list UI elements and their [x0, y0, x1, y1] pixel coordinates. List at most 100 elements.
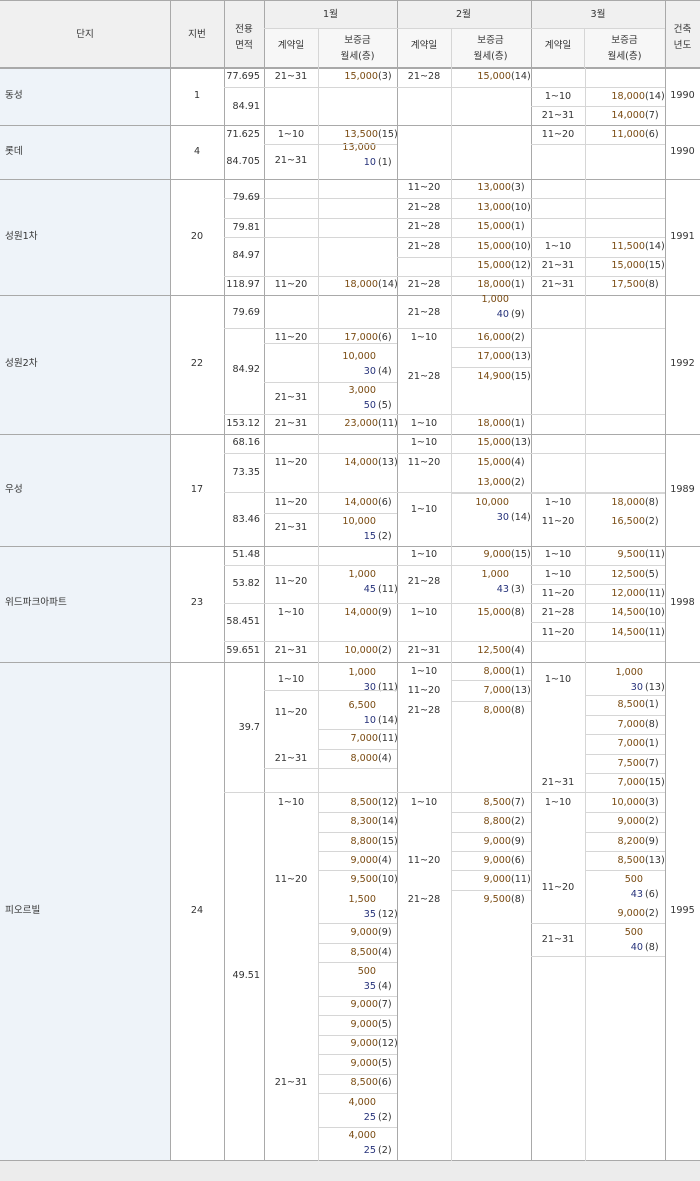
contract-date: 1~10 [544, 241, 572, 252]
contract-date: 21~28 [407, 221, 441, 232]
deposit-price: 9,000 [617, 816, 645, 827]
deposit-price: 11,000 [611, 129, 645, 140]
floor-number: (3) [511, 182, 525, 193]
contract-date: 21~31 [274, 1077, 308, 1088]
complex-name: 동성 [5, 90, 23, 101]
floor-number: (2) [645, 516, 659, 527]
grid-line [318, 729, 397, 730]
deposit-price: 8,500 [617, 699, 645, 710]
build-year: 1990 [670, 90, 695, 101]
build-year: 1995 [670, 905, 695, 916]
header-build-year: 건축 년도 [673, 24, 692, 51]
monthly-rent: 50 [363, 400, 376, 411]
deposit-price: 11,500 [611, 241, 645, 252]
floor-number: (9) [378, 607, 392, 618]
grid-line [318, 1127, 397, 1128]
deposit-price: 18,000 [344, 279, 378, 290]
grid-line [224, 414, 665, 415]
floor-number: (6) [645, 889, 659, 900]
floor-number: (13) [378, 457, 398, 468]
grid-line [585, 715, 665, 716]
grid-line [264, 144, 397, 145]
deposit-price: 12,500 [611, 569, 645, 580]
deposit-price: 17,500 [611, 279, 645, 290]
lot-number: 17 [190, 484, 204, 495]
floor-number: (8) [511, 607, 525, 618]
deposit-price: 7,000 [617, 719, 645, 730]
floor-number: (15) [511, 549, 531, 560]
monthly-rent: 40 [496, 309, 509, 320]
floor-number: (10) [645, 607, 665, 618]
contract-date: 11~20 [274, 497, 308, 508]
floor-number: (2) [378, 531, 392, 542]
monthly-rent: 30 [630, 682, 643, 693]
header-price: 보증금 월세(층) [340, 35, 375, 62]
deposit-price: 1,000 [615, 667, 643, 678]
grid-line [451, 347, 531, 348]
contract-date: 11~20 [274, 279, 308, 290]
lot-number: 20 [190, 231, 204, 242]
grid-line [264, 382, 397, 383]
floor-number: (12) [378, 1038, 398, 1049]
header-complex: 단지 [76, 29, 94, 40]
area-value: 58.451 [226, 616, 260, 627]
deposit-price: 1,500 [348, 894, 376, 905]
floor-number: (9) [645, 836, 659, 847]
grid-line [224, 87, 665, 88]
floor-number: (11) [378, 584, 398, 595]
grid-line [318, 962, 397, 963]
deposit-price: 8,500 [617, 855, 645, 866]
deposit-price: 14,500 [611, 607, 645, 618]
contract-date: 1~10 [544, 797, 572, 808]
contract-date: 11~20 [274, 576, 308, 587]
grid-line [224, 792, 665, 793]
floor-number: (10) [511, 241, 531, 252]
deposit-price: 15,000 [611, 260, 645, 271]
deposit-price: 7,000 [350, 733, 378, 744]
floor-number: (2) [645, 908, 659, 919]
monthly-rent: 30 [363, 366, 376, 377]
contract-date: 1~10 [277, 129, 305, 140]
deposit-price: 14,900 [477, 371, 511, 382]
floor-number: (11) [378, 682, 398, 693]
floor-number: (14) [511, 71, 531, 82]
floor-number: (8) [511, 705, 525, 716]
header-contract-date: 계약일 [544, 40, 572, 51]
grid-line [318, 996, 397, 997]
monthly-rent: 45 [363, 584, 376, 595]
grid-line [451, 493, 531, 494]
floor-number: (11) [645, 627, 665, 638]
floor-number: (15) [645, 260, 665, 271]
floor-number: (13) [511, 685, 531, 696]
grid-line [224, 328, 665, 329]
area-value: 79.69 [232, 192, 260, 203]
contract-date: 1~10 [544, 549, 572, 560]
grid-line [224, 218, 665, 219]
deposit-price: 9,000 [350, 927, 378, 938]
contract-date: 11~20 [541, 627, 575, 638]
grid-line [318, 1035, 397, 1036]
deposit-price: 17,000 [477, 351, 511, 362]
floor-number: (12) [511, 260, 531, 271]
deposit-price: 9,500 [350, 874, 378, 885]
floor-number: (2) [511, 816, 525, 827]
contract-date: 1~10 [410, 332, 438, 343]
complex-name: 위드파크아파트 [5, 597, 67, 608]
area-value: 59.651 [226, 645, 260, 656]
deposit-price: 4,000 [348, 1097, 376, 1108]
grid-line [318, 1093, 397, 1094]
floor-number: (11) [378, 733, 398, 744]
deposit-price: 9,500 [617, 549, 645, 560]
floor-number: (13) [645, 682, 665, 693]
floor-number: (11) [645, 549, 665, 560]
grid-line [0, 67, 700, 69]
grid-line [318, 870, 397, 871]
deposit-price: 8,500 [350, 1077, 378, 1088]
grid-line [585, 754, 665, 755]
floor-number: (6) [378, 1077, 392, 1088]
area-value: 68.16 [232, 437, 260, 448]
contract-date: 11~20 [407, 182, 441, 193]
deposit-price: 8,500 [350, 947, 378, 958]
deposit-price: 12,500 [477, 645, 511, 656]
floor-number: (4) [378, 753, 392, 764]
